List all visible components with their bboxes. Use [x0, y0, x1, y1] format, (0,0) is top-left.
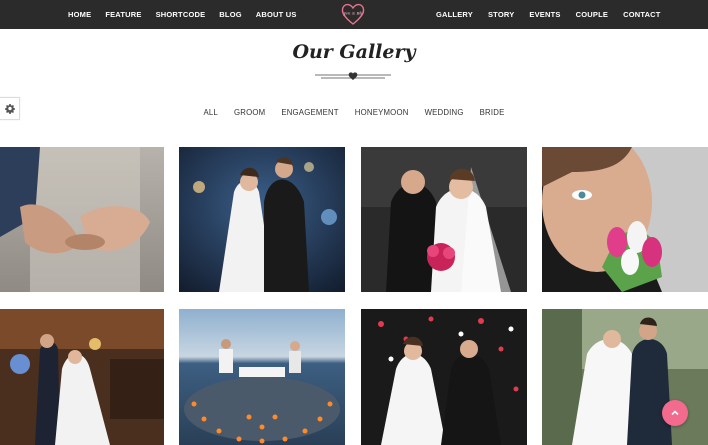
- nav-blog[interactable]: BLOG: [219, 10, 241, 19]
- heart-logo-icon[interactable]: Jen & Bb: [340, 1, 366, 27]
- gallery-photo-couple-dancing-lights[interactable]: [179, 147, 345, 292]
- nav-left-group: HOME FEATURE SHORTCODE BLOG ABOUT US: [68, 0, 311, 29]
- nav-about-us[interactable]: ABOUT US: [256, 10, 297, 19]
- gallery-photo-bride-tulips[interactable]: [542, 147, 708, 292]
- top-navigation: HOME FEATURE SHORTCODE BLOG ABOUT US Jen…: [0, 0, 708, 29]
- gallery-photo-couple-bouquet[interactable]: [361, 147, 527, 292]
- nav-home[interactable]: HOME: [68, 10, 91, 19]
- gallery-photo-hands-rings[interactable]: [0, 147, 164, 292]
- nav-shortcode[interactable]: SHORTCODE: [156, 10, 206, 19]
- nav-contact[interactable]: CONTACT: [623, 10, 661, 19]
- chevron-up-icon: [671, 410, 679, 416]
- nav-story[interactable]: STORY: [488, 10, 514, 19]
- nav-gallery[interactable]: GALLERY: [436, 10, 473, 19]
- gallery-title: Our Gallery: [292, 41, 416, 63]
- nav-couple[interactable]: COUPLE: [576, 10, 608, 19]
- filter-honeymoon[interactable]: HONEYMOON: [355, 108, 409, 117]
- nav-events[interactable]: EVENTS: [529, 10, 560, 19]
- gallery-photo-first-dance[interactable]: [0, 309, 164, 445]
- filter-bride[interactable]: BRIDE: [480, 108, 505, 117]
- heart-divider-icon: [315, 72, 391, 80]
- back-to-top-button[interactable]: [662, 400, 688, 426]
- filter-engagement[interactable]: ENGAGEMENT: [281, 108, 338, 117]
- gallery-photo-couple-park[interactable]: [542, 309, 708, 445]
- filter-all[interactable]: ALL: [204, 108, 218, 117]
- filter-wedding[interactable]: WEDDING: [425, 108, 464, 117]
- nav-right-group: GALLERY STORY EVENTS COUPLE CONTACT: [436, 0, 676, 29]
- logo-text: Jen & Bb: [343, 11, 363, 16]
- filter-groom[interactable]: GROOM: [234, 108, 265, 117]
- nav-feature[interactable]: FEATURE: [105, 10, 141, 19]
- gallery-photo-confetti-exit[interactable]: [361, 309, 527, 445]
- gallery-filters: ALL GROOM ENGAGEMENT HONEYMOON WEDDING B…: [0, 108, 708, 117]
- gallery-photo-beach-dinner[interactable]: [179, 309, 345, 445]
